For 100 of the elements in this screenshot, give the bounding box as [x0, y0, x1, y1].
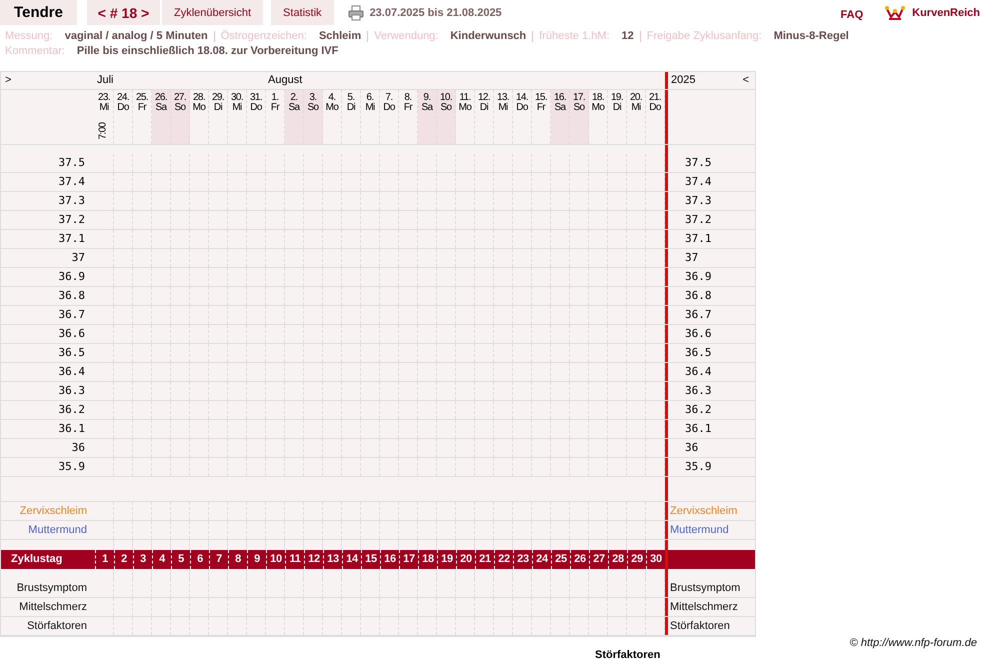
back-button[interactable]: <: [742, 72, 749, 89]
temperature-label: 36.6: [58, 327, 85, 340]
day-date: 17.: [572, 93, 586, 103]
faq-link[interactable]: FAQ: [840, 8, 864, 20]
info-value: Kinderwunsch: [450, 29, 526, 44]
day-date: 18.: [592, 93, 604, 103]
cycle-day-number: 18: [422, 553, 434, 565]
weekday-label: So: [440, 103, 452, 113]
cycle-day-number: 16: [384, 553, 396, 565]
day-date: 28.: [192, 93, 206, 103]
day-date: 23.: [98, 93, 110, 103]
weekday-label: So: [174, 103, 186, 113]
weekday-label: Sa: [288, 103, 300, 113]
cycle-day-number: 10: [270, 553, 282, 565]
temperature-label: 36.2: [58, 403, 85, 416]
weekday-label: Do: [250, 103, 262, 113]
symptom-label: Mittelschmerz: [670, 601, 738, 613]
weekday-label: So: [307, 103, 319, 113]
cycle-day-number: 15: [365, 553, 377, 565]
cycle-day-number: 29: [631, 553, 643, 565]
sign-label: Muttermund: [670, 524, 729, 536]
weekday-label: So: [573, 103, 585, 113]
weekday-label: Mi: [498, 103, 508, 113]
day-date: 24.: [116, 93, 130, 103]
user-name: Tendre: [0, 0, 77, 25]
comment-text: Pille bis einschließlich 18.08. zur Vorbereitung IVF: [76, 44, 338, 59]
day-date: 27.: [174, 93, 186, 103]
cycle-nav-button[interactable]: < # 18 >: [87, 0, 160, 25]
day-date: 2.: [290, 93, 298, 103]
weekday-label: Di: [346, 103, 356, 113]
day-date: 12.: [478, 93, 490, 103]
cycle-day-number: 13: [327, 553, 339, 565]
nav-tab[interactable]: Statistik: [271, 0, 334, 25]
cycle-day-number: 26: [574, 553, 586, 565]
cycle-day-number: 30: [650, 553, 662, 565]
sign-label: Zervixschleim: [20, 505, 87, 517]
weekday-label: Mo: [592, 103, 604, 113]
printer-icon[interactable]: [348, 4, 364, 20]
cycle-day-number: 24: [536, 553, 548, 565]
temperature-label: 36.1: [58, 422, 85, 435]
weekday-label: Do: [516, 103, 528, 113]
temperature-label: 37.4: [58, 175, 85, 188]
info-value: Schleim: [318, 29, 362, 44]
temperature-label: 37.2: [685, 213, 712, 226]
copyright-text: © http://www.nfp-forum.de: [850, 637, 977, 649]
cycle-day-number: 5: [178, 553, 184, 565]
date-range: 23.07.2025 bis 21.08.2025: [370, 6, 502, 18]
temperature-label: 36.4: [685, 365, 712, 378]
cycle-day-number: 11: [289, 553, 301, 565]
forward-button[interactable]: >: [5, 72, 12, 89]
weekday-label: Sa: [155, 103, 167, 113]
symptom-label: Störfaktoren: [670, 620, 730, 632]
day-date: 10.: [440, 93, 452, 103]
weekday-label: Fr: [404, 103, 412, 113]
day-date: 21.: [648, 93, 662, 103]
cycle-day-number: 27: [593, 553, 605, 565]
cycle-day-number: 22: [498, 553, 510, 565]
month-label: Juli: [97, 74, 114, 86]
temperature-label: 37.1: [58, 232, 85, 245]
section-title: Störfaktoren: [595, 649, 660, 659]
cycle-day-number: 14: [346, 553, 358, 565]
weekday-label: Sa: [421, 103, 433, 113]
cycle-day-number: 23: [517, 553, 529, 565]
cycle-day-number: 25: [555, 553, 567, 565]
day-date: 6.: [366, 93, 374, 103]
weekday-label: Sa: [554, 103, 566, 113]
logo-text: KurvenReich: [912, 6, 980, 18]
temperature-label: 37.5: [685, 156, 712, 169]
weekday-label: Mi: [631, 103, 641, 113]
measure-time: 7:00: [99, 122, 109, 140]
temperature-label: 36.3: [685, 384, 712, 397]
cycle-day-number: 21: [479, 553, 491, 565]
temperature-label: 36.8: [58, 289, 85, 302]
weekday-label: Do: [649, 103, 661, 113]
temperature-label: 37.5: [58, 156, 85, 169]
cycle-day-label: Zyklustag: [11, 553, 62, 565]
temperature-label: 36.6: [685, 327, 712, 340]
day-date: 11.: [459, 93, 471, 103]
day-date: 15.: [534, 93, 548, 103]
cycle-day-number: 9: [254, 553, 260, 565]
weekday-label: Do: [383, 103, 395, 113]
temperature-label: 36.7: [685, 308, 712, 321]
month-label: August: [268, 74, 302, 86]
cycle-day-number: 7: [216, 553, 222, 565]
cycle-day-number: 1: [102, 553, 108, 565]
day-date: 9.: [423, 93, 431, 103]
day-date: 20.: [630, 93, 642, 103]
temperature-label: 37.1: [685, 232, 712, 245]
day-date: 19.: [610, 93, 624, 103]
symptom-label: Brustsymptom: [16, 582, 87, 594]
day-date: 5.: [347, 93, 355, 103]
cycle-day-number: 8: [235, 553, 241, 565]
nav-tab[interactable]: Zyklenübersicht: [162, 0, 264, 25]
day-date: 26.: [154, 93, 168, 103]
day-date: 31.: [250, 93, 262, 103]
info-label: Messung:: [5, 29, 53, 44]
cycle-day-number: 12: [308, 553, 320, 565]
temperature-label: 36.4: [58, 365, 85, 378]
weekday-label: Fr: [270, 103, 280, 113]
temperature-label: 36.8: [685, 289, 712, 302]
